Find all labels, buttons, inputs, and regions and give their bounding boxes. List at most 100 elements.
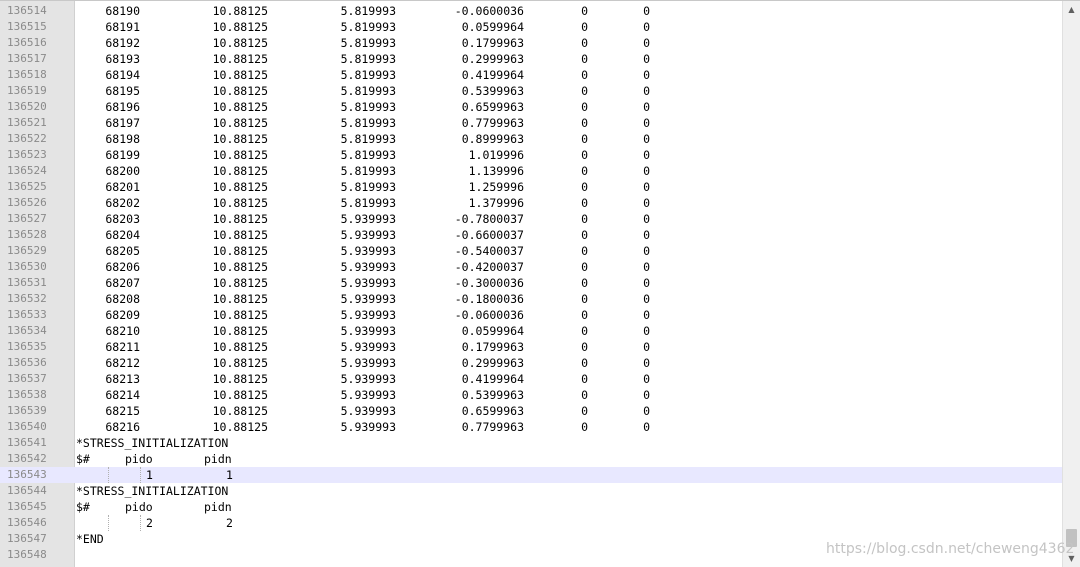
tc-value: 0 (581, 132, 588, 146)
node-id: 68212 (105, 356, 140, 370)
code-line[interactable]: 136519 68195 10.88125 5.819993 0.5399963 0 0 (0, 83, 1062, 99)
rc-value: 0 (643, 356, 650, 370)
code-line[interactable]: 136521 68197 10.88125 5.819993 0.7799963 0 0 (0, 115, 1062, 131)
code-line[interactable]: 136530 68206 10.88125 5.939993 -0.4200037 0 0 (0, 259, 1062, 275)
code-line[interactable]: 136542 $# pido pidn (0, 451, 1062, 467)
z-coordinate: -0.6600037 (454, 228, 524, 242)
code-line[interactable]: 136516 68192 10.88125 5.819993 0.1799963 0 0 (0, 35, 1062, 51)
rc-value: 0 (643, 196, 650, 210)
x-coordinate: 10.88125 (212, 228, 268, 242)
node-id: 68216 (105, 420, 140, 434)
z-coordinate: 0.7799963 (461, 116, 524, 130)
code-line[interactable]: 136541 *STRESS_INITIALIZATION (0, 435, 1062, 451)
x-coordinate: 10.88125 (212, 116, 268, 130)
column-header-pidn: pidn (204, 452, 232, 466)
indent-guide (108, 515, 109, 531)
x-coordinate: 10.88125 (212, 244, 268, 258)
line-number: 136528 (7, 228, 47, 241)
y-coordinate: 5.939993 (340, 420, 396, 434)
keyword-text: $# (76, 500, 90, 514)
tc-value: 0 (581, 164, 588, 178)
rc-value: 0 (643, 132, 650, 146)
line-number: 136544 (7, 484, 47, 497)
line-number: 136540 (7, 420, 47, 433)
y-coordinate: 5.939993 (340, 228, 396, 242)
z-coordinate: 1.259996 (468, 180, 524, 194)
line-number: 136547 (7, 532, 47, 545)
indent-guide (140, 515, 141, 531)
z-coordinate: 0.0599964 (461, 324, 524, 338)
current-line[interactable]: 136543 1 1 (0, 467, 1062, 483)
node-id: 68202 (105, 196, 140, 210)
node-id: 68201 (105, 180, 140, 194)
scroll-up-arrow-icon[interactable]: ▲ (1063, 1, 1080, 18)
code-line[interactable]: 136525 68201 10.88125 5.819993 1.259996 0 0 (0, 179, 1062, 195)
rc-value: 0 (643, 180, 650, 194)
code-line[interactable]: 136539 68215 10.88125 5.939993 0.6599963 0 0 (0, 403, 1062, 419)
rc-value: 0 (643, 84, 650, 98)
line-number: 136516 (7, 36, 47, 49)
x-coordinate: 10.88125 (212, 196, 268, 210)
y-coordinate: 5.819993 (340, 196, 396, 210)
vertical-scrollbar[interactable]: ▲ ▼ (1062, 1, 1080, 567)
code-line[interactable]: 136533 68209 10.88125 5.939993 -0.0600036 0 0 (0, 307, 1062, 323)
code-line[interactable]: 136534 68210 10.88125 5.939993 0.0599964 0 0 (0, 323, 1062, 339)
code-line[interactable]: 136527 68203 10.88125 5.939993 -0.7800037 0 0 (0, 211, 1062, 227)
code-line[interactable]: 136538 68214 10.88125 5.939993 0.5399963 0 0 (0, 387, 1062, 403)
code-line[interactable]: 136523 68199 10.88125 5.819993 1.019996 0 0 (0, 147, 1062, 163)
x-coordinate: 10.88125 (212, 404, 268, 418)
code-line[interactable]: 136515 68191 10.88125 5.819993 0.0599964 0 0 (0, 19, 1062, 35)
code-line[interactable]: 136535 68211 10.88125 5.939993 0.1799963 0 0 (0, 339, 1062, 355)
indent-guide (108, 467, 109, 483)
x-coordinate: 10.88125 (212, 212, 268, 226)
code-line[interactable]: 136537 68213 10.88125 5.939993 0.4199964 0 0 (0, 371, 1062, 387)
code-line[interactable]: 136546 2 2 (0, 515, 1062, 531)
z-coordinate: -0.3000036 (454, 276, 524, 290)
node-id: 68197 (105, 116, 140, 130)
tc-value: 0 (581, 420, 588, 434)
rc-value: 0 (643, 4, 650, 18)
node-id: 68196 (105, 100, 140, 114)
code-line[interactable]: 136528 68204 10.88125 5.939993 -0.6600037 0 0 (0, 227, 1062, 243)
rc-value: 0 (643, 52, 650, 66)
x-coordinate: 10.88125 (212, 308, 268, 322)
x-coordinate: 10.88125 (212, 20, 268, 34)
line-number: 136529 (7, 244, 47, 257)
code-line[interactable]: 136518 68194 10.88125 5.819993 0.4199964 0 0 (0, 67, 1062, 83)
code-line[interactable]: 136522 68198 10.88125 5.819993 0.8999963 0 0 (0, 131, 1062, 147)
z-coordinate: 0.8999963 (461, 132, 524, 146)
x-coordinate: 10.88125 (212, 84, 268, 98)
tc-value: 0 (581, 244, 588, 258)
code-line[interactable]: 136514 68190 10.88125 5.819993 -0.0600036 0 0 (0, 3, 1062, 19)
code-line[interactable]: 136529 68205 10.88125 5.939993 -0.5400037 0 0 (0, 243, 1062, 259)
z-coordinate: -0.4200037 (454, 260, 524, 274)
x-coordinate: 10.88125 (212, 4, 268, 18)
code-line[interactable]: 136540 68216 10.88125 5.939993 0.7799963 0 0 (0, 419, 1062, 435)
tc-value: 0 (581, 196, 588, 210)
line-number: 136530 (7, 260, 47, 273)
code-line[interactable]: 136517 68193 10.88125 5.819993 0.2999963 0 0 (0, 51, 1062, 67)
code-line[interactable]: 136545 $# pido pidn (0, 499, 1062, 515)
text-editor[interactable]: 136514 68190 10.88125 5.819993 -0.0600036 0 0 1… (0, 0, 1080, 567)
z-coordinate: 0.0599964 (461, 20, 524, 34)
x-coordinate: 10.88125 (212, 324, 268, 338)
code-line[interactable]: 136531 68207 10.88125 5.939993 -0.3000036 0 0 (0, 275, 1062, 291)
line-number: 136535 (7, 340, 47, 353)
code-line[interactable]: 136536 68212 10.88125 5.939993 0.2999963 0 0 (0, 355, 1062, 371)
code-line[interactable]: 136520 68196 10.88125 5.819993 0.6599963 0 0 (0, 99, 1062, 115)
z-coordinate: 0.6599963 (461, 404, 524, 418)
y-coordinate: 5.939993 (340, 308, 396, 322)
node-id: 68204 (105, 228, 140, 242)
editor-lines[interactable]: 136514 68190 10.88125 5.819993 -0.0600036 0 0 1… (0, 3, 1062, 563)
code-line[interactable]: 136524 68200 10.88125 5.819993 1.139996 0 0 (0, 163, 1062, 179)
x-coordinate: 10.88125 (212, 292, 268, 306)
x-coordinate: 10.88125 (212, 164, 268, 178)
code-line[interactable]: 136532 68208 10.88125 5.939993 -0.1800036 0 0 (0, 291, 1062, 307)
rc-value: 0 (643, 388, 650, 402)
line-number: 136515 (7, 20, 47, 33)
x-coordinate: 10.88125 (212, 148, 268, 162)
code-line[interactable]: 136526 68202 10.88125 5.819993 1.379996 0 0 (0, 195, 1062, 211)
rc-value: 0 (643, 404, 650, 418)
z-coordinate: 0.2999963 (461, 52, 524, 66)
code-line[interactable]: 136544 *STRESS_INITIALIZATION (0, 483, 1062, 499)
